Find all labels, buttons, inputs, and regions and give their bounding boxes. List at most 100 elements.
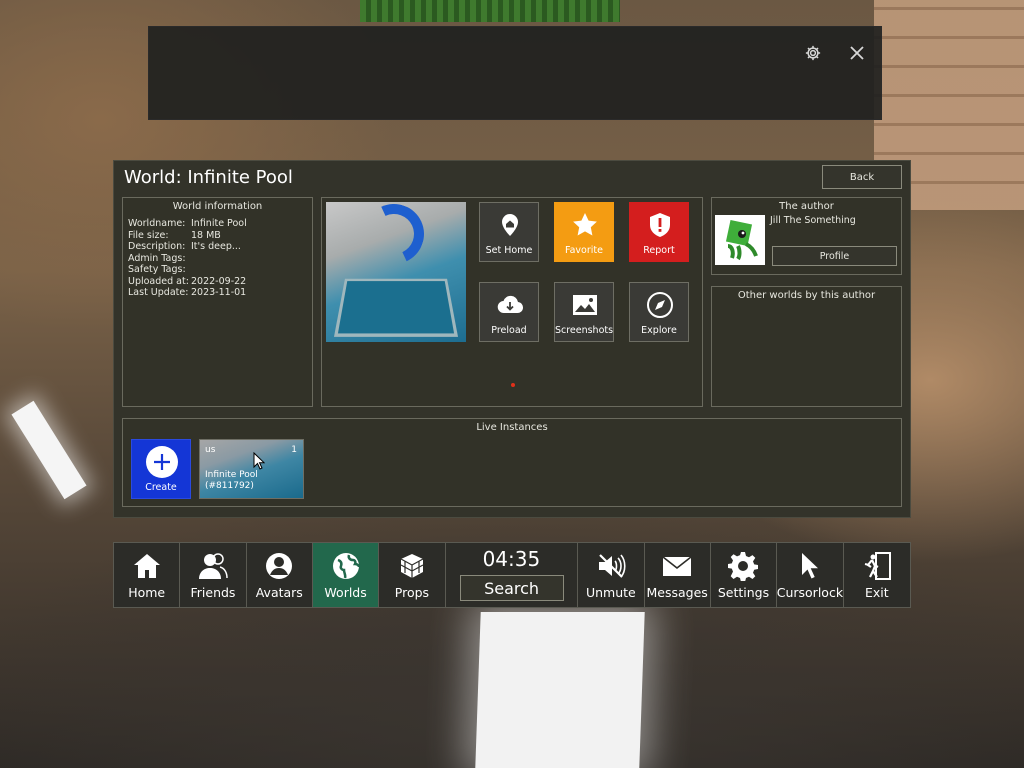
- favorite-button[interactable]: Favorite: [554, 202, 614, 262]
- nav-label: Cursorlock: [776, 585, 844, 600]
- report-label: Report: [643, 245, 675, 256]
- cursor-icon: [801, 553, 818, 579]
- world-thumbnail: [326, 202, 466, 342]
- info-label: Admin Tags:: [128, 252, 186, 264]
- world-information: World information Worldname: Infinite Poo…: [122, 197, 313, 407]
- live-instances: Live Instances Create us 1 Infinite Pool…: [122, 418, 902, 507]
- nav-avatars[interactable]: Avatars: [247, 543, 313, 607]
- info-row: Description: It's deep...: [128, 241, 312, 253]
- top-bar: [148, 26, 882, 120]
- background-floor-light: [475, 612, 645, 768]
- instance-region: us: [205, 445, 216, 455]
- nav-label: Props: [394, 585, 430, 600]
- profile-button[interactable]: Profile: [772, 246, 897, 266]
- info-value: 2022-09-22: [191, 275, 247, 287]
- report-button[interactable]: Report: [629, 202, 689, 262]
- nav-label: Friends: [190, 585, 236, 600]
- nav-worlds[interactable]: Worlds: [312, 543, 380, 607]
- nav-label: Avatars: [255, 585, 303, 600]
- world-info-table: Worldname: Infinite Pool File size: 18 MB …: [128, 218, 312, 299]
- screenshots-label: Screenshots: [554, 325, 614, 336]
- author-box: The author Jill The Something Profile: [711, 197, 902, 275]
- nav-label: Settings: [717, 585, 770, 600]
- info-row: Safety Tags:: [128, 264, 312, 276]
- cube-icon: [400, 554, 424, 578]
- nav-home[interactable]: Home: [114, 543, 181, 607]
- exit-icon: [864, 552, 891, 580]
- instance-id: (#811792): [205, 481, 254, 491]
- instance-name: Infinite Pool: [205, 470, 258, 480]
- world-panel: World: Infinite Pool Back World informat…: [113, 160, 911, 518]
- clock-search-area: 04:35 Search: [446, 543, 579, 607]
- explore-label: Explore: [641, 325, 677, 336]
- author-title: The author: [779, 201, 834, 212]
- back-button[interactable]: Back: [822, 165, 902, 189]
- envelope-icon: [662, 556, 692, 576]
- home-pin-icon: [502, 214, 518, 236]
- mouse-cursor-icon: [253, 452, 265, 470]
- nav-label: Home: [128, 585, 166, 600]
- create-instance-button[interactable]: Create: [131, 439, 191, 499]
- info-row: Worldname: Infinite Pool: [128, 218, 312, 230]
- info-row: Admin Tags:: [128, 253, 312, 265]
- favorite-label: Favorite: [565, 245, 603, 256]
- preload-label: Preload: [491, 325, 527, 336]
- nav-messages[interactable]: Messages: [645, 543, 711, 607]
- set-home-label: Set Home: [485, 245, 533, 256]
- clock: 04:35: [482, 547, 541, 571]
- live-instances-title: Live Instances: [476, 422, 548, 433]
- home-icon: [133, 554, 160, 578]
- preload-button[interactable]: Preload: [479, 282, 539, 342]
- nav-unmute[interactable]: Unmute: [578, 543, 645, 607]
- info-value: 2023-11-01: [191, 287, 247, 298]
- thumbnail-pool: [334, 278, 458, 337]
- set-home-button[interactable]: Set Home: [479, 202, 539, 262]
- nav-props[interactable]: Props: [379, 543, 446, 607]
- create-label: Create: [145, 482, 177, 493]
- nav-exit[interactable]: Exit: [844, 543, 910, 607]
- world-information-title: World information: [172, 201, 263, 212]
- info-row: File size: 18 MB: [128, 230, 312, 242]
- speaker-muted-icon: [598, 554, 626, 578]
- cloud-download-icon: [497, 295, 524, 314]
- image-icon: [573, 295, 597, 315]
- friends-icon: [198, 553, 228, 579]
- gear-icon[interactable]: [799, 39, 827, 67]
- bottom-nav-bar: Home Friends Avatars Worlds Props 04:35 …: [113, 542, 911, 608]
- compass-icon: [647, 292, 673, 318]
- info-value: Infinite Pool: [191, 218, 247, 229]
- info-value: It's deep...: [191, 241, 241, 252]
- nav-label: Worlds: [324, 585, 367, 600]
- nav-settings[interactable]: Settings: [711, 543, 778, 607]
- plus-icon: [146, 446, 178, 478]
- info-row: Uploaded at: 2022-09-22: [128, 276, 312, 288]
- avatar[interactable]: [715, 215, 765, 265]
- nav-label: Messages: [646, 585, 708, 600]
- nav-friends[interactable]: Friends: [180, 543, 247, 607]
- background-plants: [360, 0, 620, 22]
- avatar-icon: [266, 553, 293, 579]
- other-worlds-box: Other worlds by this author: [711, 286, 902, 407]
- info-label: Description:: [128, 241, 186, 252]
- warning-shield-icon: [650, 213, 670, 237]
- nav-label: Exit: [864, 585, 889, 600]
- world-actions-area: Set Home Favorite Report Preload Screens…: [321, 197, 703, 407]
- nav-cursorlock[interactable]: Cursorlock: [777, 543, 844, 607]
- thumbnail-slide: [355, 202, 433, 273]
- close-icon[interactable]: [843, 39, 871, 67]
- screenshots-button[interactable]: Screenshots: [554, 282, 614, 342]
- globe-icon: [332, 553, 360, 579]
- instance-player-count: 1: [291, 445, 297, 455]
- other-worlds-title: Other worlds by this author: [737, 290, 876, 301]
- info-row: Last Update: 2023-11-01: [128, 287, 312, 299]
- info-label: Uploaded at:: [128, 275, 189, 287]
- star-icon: [573, 213, 597, 236]
- explore-button[interactable]: Explore: [629, 282, 689, 342]
- info-label: Safety Tags:: [128, 264, 186, 275]
- author-name: Jill The Something: [770, 215, 856, 226]
- nav-label: Unmute: [585, 585, 636, 600]
- instance-card[interactable]: us 1 Infinite Pool (#811792): [199, 439, 304, 499]
- info-label: File size:: [128, 229, 169, 241]
- search-button[interactable]: Search: [459, 575, 564, 601]
- info-label: Last Update:: [128, 287, 189, 298]
